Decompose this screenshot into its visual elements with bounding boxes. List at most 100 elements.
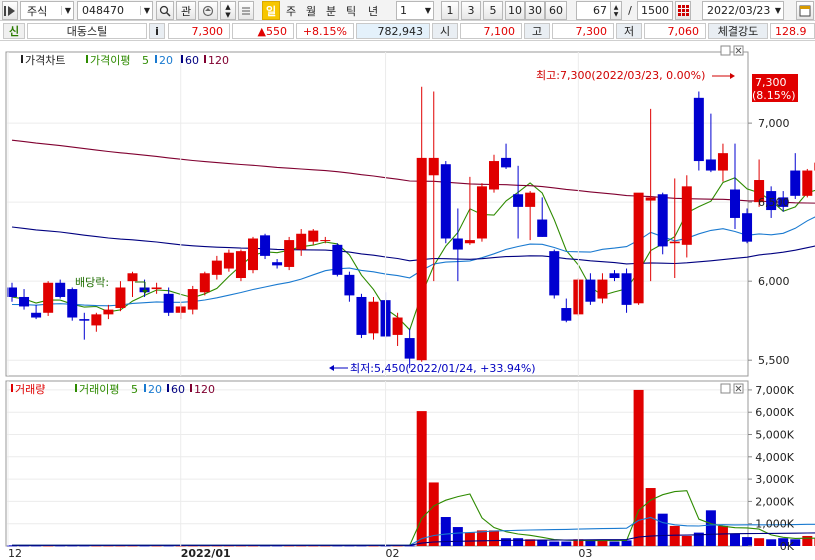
trade-volume: 782,943 [356, 23, 430, 39]
candle-body [103, 309, 114, 315]
volume-ma60-label: 60 [171, 383, 185, 396]
candle-body [802, 170, 813, 196]
price-ma5-label: 5 [142, 54, 149, 67]
interval-5-button[interactable]: 5 [483, 1, 503, 20]
candle-body [452, 238, 463, 250]
candle-body [187, 289, 198, 310]
grid-icon[interactable] [675, 1, 691, 20]
interest-button[interactable]: 관 [176, 1, 196, 20]
volume-bar [730, 533, 740, 546]
view-count-stepper[interactable]: ▲ ▼ [610, 1, 622, 20]
interval-10-button[interactable]: 10 [505, 1, 525, 20]
period-tick-button[interactable]: 틱 [342, 1, 360, 20]
info-button[interactable]: i [149, 23, 165, 39]
arrow-down-icon[interactable]: ▼ [225, 11, 230, 19]
candle-body [272, 262, 283, 266]
market-select[interactable]: 주식 ▼ [20, 1, 74, 20]
candle-body [597, 279, 608, 299]
volume-tick-label: 5,000K [755, 429, 794, 442]
low-label: 저 [616, 23, 642, 39]
candle-body [19, 296, 30, 307]
up-down-stepper[interactable]: ▲ ▼ [220, 1, 236, 20]
candle-body [428, 157, 439, 176]
candle-body [440, 164, 451, 239]
total-count-input[interactable]: 1500 [637, 1, 673, 20]
candle-body [127, 273, 138, 282]
period-week-button[interactable]: 주 [282, 1, 300, 20]
dividend-label: 배당락: [75, 276, 109, 289]
candle-body [537, 219, 548, 237]
candle-body [248, 238, 258, 271]
candle-body [525, 192, 536, 207]
candle-body [404, 338, 415, 359]
volume-bar [561, 541, 572, 546]
stock-code-input[interactable]: 048470 ▼ [77, 1, 153, 20]
price-panel-title: 가격차트 [25, 54, 65, 67]
volume-bar [513, 538, 524, 546]
candle-body [693, 97, 704, 162]
candle-body [669, 241, 680, 244]
volume-ma20-label: 20 [148, 383, 162, 396]
volume-bar [609, 541, 620, 546]
price-tag-value: 7,300 [755, 76, 787, 89]
options-icon[interactable] [238, 1, 254, 20]
change-rate: +8.15% [296, 23, 354, 39]
candle-body [657, 194, 668, 247]
arrow-up-icon[interactable]: ▲ [225, 3, 230, 11]
candle-body [55, 282, 66, 297]
arrow-up-icon[interactable]: ▲ [614, 4, 619, 11]
price-panel-maximize-icon[interactable] [720, 45, 731, 56]
price-ma-title: 가격이평 [90, 54, 130, 67]
candle-body [284, 240, 295, 267]
candle-body [501, 157, 512, 168]
period-year-button[interactable]: 년 [362, 1, 384, 20]
total-count-value: 1500 [641, 4, 669, 17]
high-annotation: 최고:7,300(2022/03/23, 0.00%) [536, 69, 735, 82]
volume-tick-label: 3,000K [755, 473, 794, 486]
volume-bar [501, 538, 512, 546]
candle-body [742, 213, 753, 242]
period-minute-button[interactable]: 분 [322, 1, 340, 20]
arrow-down-icon[interactable]: ▼ [614, 11, 619, 18]
strength-value: 128.9 [770, 23, 815, 39]
unit-select[interactable]: 1 ▼ [396, 1, 434, 20]
price-ma120-label: 120 [208, 54, 229, 67]
high-annotation-text: 최고:7,300(2022/03/23, 0.00%) [536, 69, 705, 82]
candle-body [260, 235, 271, 256]
candle-body [320, 240, 331, 242]
search-icon[interactable] [156, 1, 174, 20]
window-icon[interactable] [796, 1, 814, 20]
stock-menu-icon[interactable] [2, 1, 18, 20]
interval-60-button[interactable]: 60 [545, 1, 567, 20]
price-ma60-label: 60 [185, 54, 199, 67]
candle-body [513, 194, 524, 207]
volume-tick-label: 1,000K [755, 518, 794, 531]
volume-ma5-label: 5 [131, 383, 138, 396]
candle-body [235, 251, 246, 279]
chevron-down-icon: ▼ [60, 6, 71, 15]
sync-icon[interactable] [198, 1, 218, 20]
current-price-tag: 7,300 (8.15%) [752, 74, 798, 102]
date-tick-label: 2022/01 [181, 547, 231, 560]
date-picker[interactable]: 2022/03/23 ▼ [702, 1, 784, 20]
period-day-button[interactable]: 일 [262, 1, 280, 20]
interval-30-button[interactable]: 30 [525, 1, 545, 20]
candle-body [476, 186, 487, 239]
period-month-button[interactable]: 월 [302, 1, 320, 20]
candle-body [308, 230, 319, 242]
candle-body [392, 317, 403, 335]
candle-body [681, 186, 692, 245]
volume-bar [549, 541, 560, 546]
stock-chart[interactable]: 7,000 6,500 6,000 5,500 7,000K 6,000K 5,000K 4… [0, 41, 815, 560]
volume-bar [464, 532, 475, 546]
candle-body [296, 233, 307, 250]
volume-bar [452, 527, 463, 546]
candle-body [223, 252, 234, 269]
interval-1-button[interactable]: 1 [441, 1, 459, 20]
interval-3-button[interactable]: 3 [461, 1, 481, 20]
price-tick-label: 6,500 [758, 196, 790, 209]
volume-tick-label: 6,000K [755, 406, 794, 419]
candle-body [730, 189, 740, 218]
candle-body [489, 161, 499, 190]
volume-panel-maximize-icon[interactable] [720, 383, 731, 394]
